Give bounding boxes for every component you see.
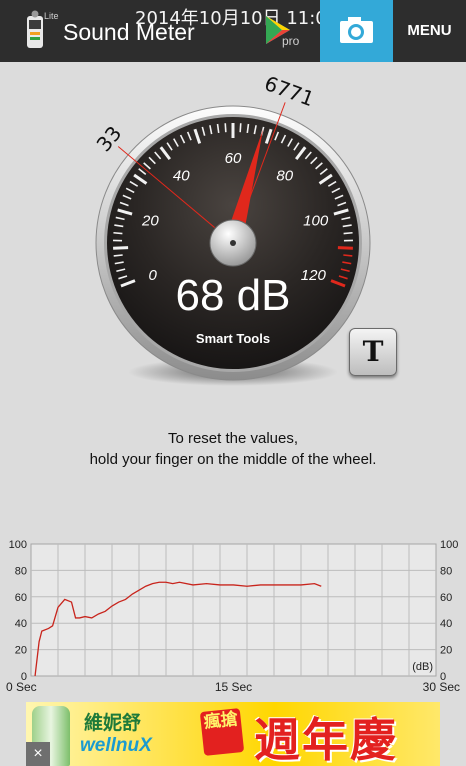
chart-y-tick-label: 60 <box>440 592 452 604</box>
ad-close-button[interactable]: × <box>26 742 50 766</box>
gauge-scale-label: 100 <box>303 212 329 229</box>
ad-brand-en: wellnuX <box>80 735 152 756</box>
chart-x-tick-label: 30 Sec <box>423 680 460 694</box>
gauge-scale-label: 40 <box>173 167 190 184</box>
chart-unit-label: (dB) <box>412 661 433 673</box>
chart-y-tick-label: 80 <box>440 565 452 577</box>
gauge-scale-label: 80 <box>276 167 293 184</box>
gauge-scale-label: 120 <box>301 267 327 284</box>
ad-promo-headline: 週年慶 <box>254 713 398 766</box>
chart-y-tick-label: 20 <box>440 645 452 657</box>
camera-icon <box>340 17 373 43</box>
gauge-tick <box>343 231 353 235</box>
gauge-tick <box>113 231 123 235</box>
gauge-tick <box>239 123 242 133</box>
gauge-scale-label: 20 <box>141 212 159 229</box>
menu-button[interactable]: MENU <box>393 0 466 62</box>
chart-y-tick-label: 20 <box>15 645 27 657</box>
reset-hint-line-1: To reset the values, <box>167 430 299 447</box>
min-marker-label: 33 <box>92 121 127 156</box>
chart-y-tick-label: 40 <box>15 618 27 630</box>
chart-y-tick-label: 100 <box>9 539 27 551</box>
chart-y-tick-label: 40 <box>440 618 452 630</box>
chart-y-tick-label: 60 <box>15 592 27 604</box>
gauge-tick <box>113 246 129 250</box>
gauge-tick <box>224 123 227 133</box>
reset-hint: To reset the values, hold your finger on… <box>0 428 466 470</box>
gauge-display-value: 68 dB <box>176 271 291 320</box>
gauge-scale-label: 0 <box>149 267 158 284</box>
ad-promo-tag: 瘋搶 <box>199 708 245 756</box>
gauge-scale-label: 60 <box>225 150 242 167</box>
ad-banner[interactable]: 維妮舒 wellnuX 瘋搶 週年慶 <box>26 702 440 766</box>
gauge-tick <box>337 246 353 250</box>
reset-hint-line-2: hold your finger on the middle of the wh… <box>89 451 377 468</box>
action-bar: Lite Sound Meter 2014年10月10日 11:07 pro M… <box>0 0 466 62</box>
camera-button[interactable] <box>320 0 393 62</box>
pro-label: pro <box>282 34 300 48</box>
chart-x-tick-label: 0 Sec <box>6 680 37 694</box>
gauge-tick <box>343 254 353 257</box>
max-marker-label: 6771 <box>261 71 317 111</box>
t-button[interactable]: T <box>349 328 397 376</box>
lite-badge: Lite <box>44 11 59 21</box>
chart-y-tick-label: 100 <box>440 539 458 551</box>
gauge-tick <box>113 254 123 257</box>
gauge-brand-label: Smart Tools <box>196 331 270 346</box>
ad-brand-cn: 維妮舒 <box>84 712 142 734</box>
chart-y-tick-label: 80 <box>15 565 27 577</box>
history-chart: 0 0 20 20 40 40 60 60 80 80 100 100 0 Sec 15 Sec 30 S… <box>0 538 466 698</box>
chart-x-tick-label: 15 Sec <box>215 680 252 694</box>
